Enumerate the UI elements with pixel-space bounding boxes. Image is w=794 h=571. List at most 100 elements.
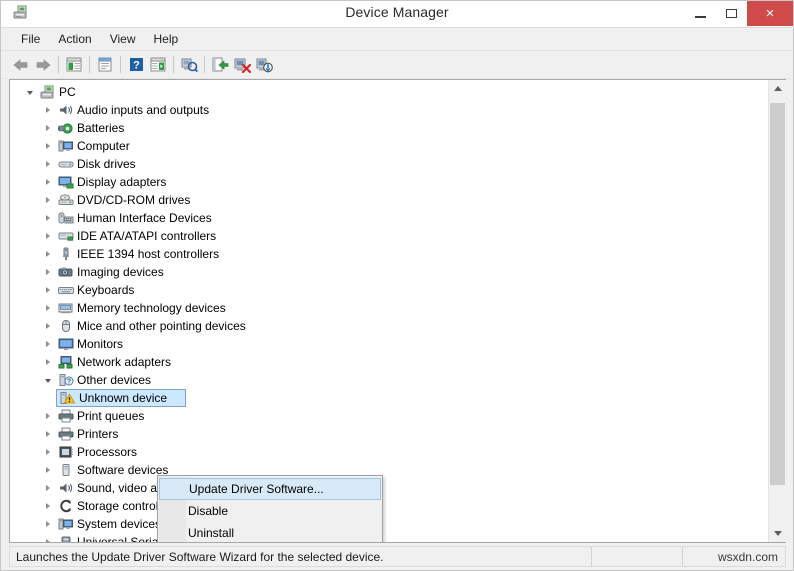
forward-button[interactable] bbox=[32, 54, 54, 76]
expand-collapse-icon[interactable] bbox=[40, 467, 56, 473]
tree-row-system-devices[interactable]: System devices bbox=[10, 515, 768, 533]
tree-row-imaging-devices[interactable]: Imaging devices bbox=[10, 263, 768, 281]
expand-collapse-icon[interactable] bbox=[40, 125, 56, 131]
scrollbar-thumb[interactable] bbox=[770, 103, 785, 485]
device-tree-panel: PC Audio inputs and outputs bbox=[9, 79, 786, 543]
hid-icon bbox=[56, 211, 75, 225]
expand-collapse-icon[interactable] bbox=[40, 305, 56, 311]
tree-row-monitors[interactable]: Monitors bbox=[10, 335, 768, 353]
device-tree[interactable]: PC Audio inputs and outputs bbox=[10, 80, 768, 542]
expand-collapse-icon[interactable] bbox=[40, 197, 56, 203]
maximize-button[interactable] bbox=[716, 1, 747, 26]
tree-row-keyboards[interactable]: Keyboards bbox=[10, 281, 768, 299]
show-hide-console-tree-button[interactable] bbox=[63, 54, 85, 76]
scroll-up-button[interactable] bbox=[769, 80, 786, 97]
tree-row-hid[interactable]: Human Interface Devices bbox=[10, 209, 768, 227]
ctx-disable[interactable]: Disable bbox=[158, 500, 382, 522]
expand-collapse-icon[interactable] bbox=[40, 107, 56, 113]
expand-collapse-icon[interactable] bbox=[40, 503, 56, 509]
tree-row-other-devices[interactable]: ? Other devices bbox=[10, 371, 768, 389]
properties-button[interactable] bbox=[94, 54, 116, 76]
tree-item-label: Mice and other pointing devices bbox=[75, 319, 246, 333]
context-menu: Update Driver Software... Disable Uninst… bbox=[157, 475, 383, 542]
tree-row-processors[interactable]: Processors bbox=[10, 443, 768, 461]
expand-collapse-icon[interactable] bbox=[40, 539, 56, 542]
expand-collapse-icon[interactable] bbox=[22, 89, 38, 95]
tree-row-batteries[interactable]: Batteries bbox=[10, 119, 768, 137]
printer-icon bbox=[56, 427, 75, 441]
tree-row-audio[interactable]: Audio inputs and outputs bbox=[10, 101, 768, 119]
show-hide-action-pane-button[interactable] bbox=[147, 54, 169, 76]
tree-row-printers[interactable]: Printers bbox=[10, 425, 768, 443]
expand-collapse-icon[interactable] bbox=[40, 269, 56, 275]
expand-collapse-icon[interactable] bbox=[40, 485, 56, 491]
storage-controller-icon bbox=[56, 499, 75, 513]
vertical-scrollbar[interactable] bbox=[768, 80, 786, 542]
tree-row-memory-devices[interactable]: Memory technology devices bbox=[10, 299, 768, 317]
minimize-button[interactable] bbox=[685, 1, 716, 26]
expand-collapse-icon[interactable] bbox=[40, 161, 56, 167]
tree-row-unknown-device[interactable]: Unknown device bbox=[10, 389, 768, 407]
tree-row-display-adapters[interactable]: Display adapters bbox=[10, 173, 768, 191]
scrollbar-track[interactable] bbox=[769, 97, 786, 525]
dvd-drive-icon bbox=[56, 193, 75, 207]
close-button[interactable]: × bbox=[747, 1, 793, 26]
mouse-icon bbox=[56, 319, 75, 333]
uninstall-device-button[interactable] bbox=[231, 54, 253, 76]
back-button[interactable] bbox=[10, 54, 32, 76]
expand-collapse-icon[interactable] bbox=[40, 359, 56, 365]
ctx-update-driver-software[interactable]: Update Driver Software... bbox=[159, 478, 381, 500]
tree-row-disk-drives[interactable]: Disk drives bbox=[10, 155, 768, 173]
expand-collapse-icon[interactable] bbox=[40, 215, 56, 221]
help-button[interactable]: ? bbox=[125, 54, 147, 76]
disable-device-button[interactable] bbox=[253, 54, 275, 76]
tree-row-print-queues[interactable]: Print queues bbox=[10, 407, 768, 425]
chevron-down-icon bbox=[774, 531, 782, 536]
toolbar: ? bbox=[1, 51, 793, 79]
battery-icon bbox=[56, 121, 75, 135]
tree-row-network-adapters[interactable]: Network adapters bbox=[10, 353, 768, 371]
tree-row-usb-controllers[interactable]: Universal Serial Bus controllers bbox=[10, 533, 768, 542]
expand-collapse-icon[interactable] bbox=[40, 287, 56, 293]
expand-collapse-icon[interactable] bbox=[40, 179, 56, 185]
tree-row-sound-video-game[interactable]: Sound, video and game controllers bbox=[10, 479, 768, 497]
tree-row-root[interactable]: PC bbox=[10, 83, 768, 101]
expand-collapse-icon[interactable] bbox=[40, 251, 56, 257]
ctx-uninstall[interactable]: Uninstall bbox=[158, 522, 382, 542]
tree-item-label: DVD/CD-ROM drives bbox=[75, 193, 190, 207]
tree-row-mice[interactable]: Mice and other pointing devices bbox=[10, 317, 768, 335]
tree-row-ieee1394[interactable]: IEEE 1394 host controllers bbox=[10, 245, 768, 263]
scroll-down-button[interactable] bbox=[769, 525, 786, 542]
expand-collapse-icon[interactable] bbox=[40, 431, 56, 437]
tree-root-label: PC bbox=[57, 85, 76, 99]
menu-view[interactable]: View bbox=[101, 30, 145, 49]
tree-row-computer[interactable]: Computer bbox=[10, 137, 768, 155]
expand-collapse-icon[interactable] bbox=[40, 341, 56, 347]
tree-row-software-devices[interactable]: Software devices bbox=[10, 461, 768, 479]
memory-icon bbox=[56, 301, 75, 315]
expand-collapse-icon[interactable] bbox=[40, 377, 56, 383]
menu-action[interactable]: Action bbox=[49, 30, 100, 49]
menu-file[interactable]: File bbox=[12, 30, 49, 49]
update-driver-software-button[interactable] bbox=[209, 54, 231, 76]
scan-for-hardware-changes-button[interactable] bbox=[178, 54, 200, 76]
expand-collapse-icon[interactable] bbox=[40, 323, 56, 329]
tree-row-storage-controllers[interactable]: Storage controllers bbox=[10, 497, 768, 515]
expand-collapse-icon[interactable] bbox=[40, 143, 56, 149]
expand-collapse-icon[interactable] bbox=[40, 233, 56, 239]
tree-item-label: Network adapters bbox=[75, 355, 171, 369]
properties-icon bbox=[97, 57, 113, 72]
tree-row-ide-controllers[interactable]: IDE ATA/ATAPI controllers bbox=[10, 227, 768, 245]
maximize-icon bbox=[726, 9, 737, 18]
tree-item-label: Computer bbox=[75, 139, 130, 153]
menu-help[interactable]: Help bbox=[145, 30, 188, 49]
usb-icon bbox=[56, 535, 75, 542]
tree-row-dvd-drives[interactable]: DVD/CD-ROM drives bbox=[10, 191, 768, 209]
expand-collapse-icon[interactable] bbox=[40, 449, 56, 455]
tree-item-label: Memory technology devices bbox=[75, 301, 226, 315]
expand-collapse-icon[interactable] bbox=[40, 413, 56, 419]
minimize-icon bbox=[695, 16, 706, 18]
chevron-up-icon bbox=[774, 86, 782, 91]
expand-collapse-icon[interactable] bbox=[40, 521, 56, 527]
monitor-icon bbox=[56, 337, 75, 351]
